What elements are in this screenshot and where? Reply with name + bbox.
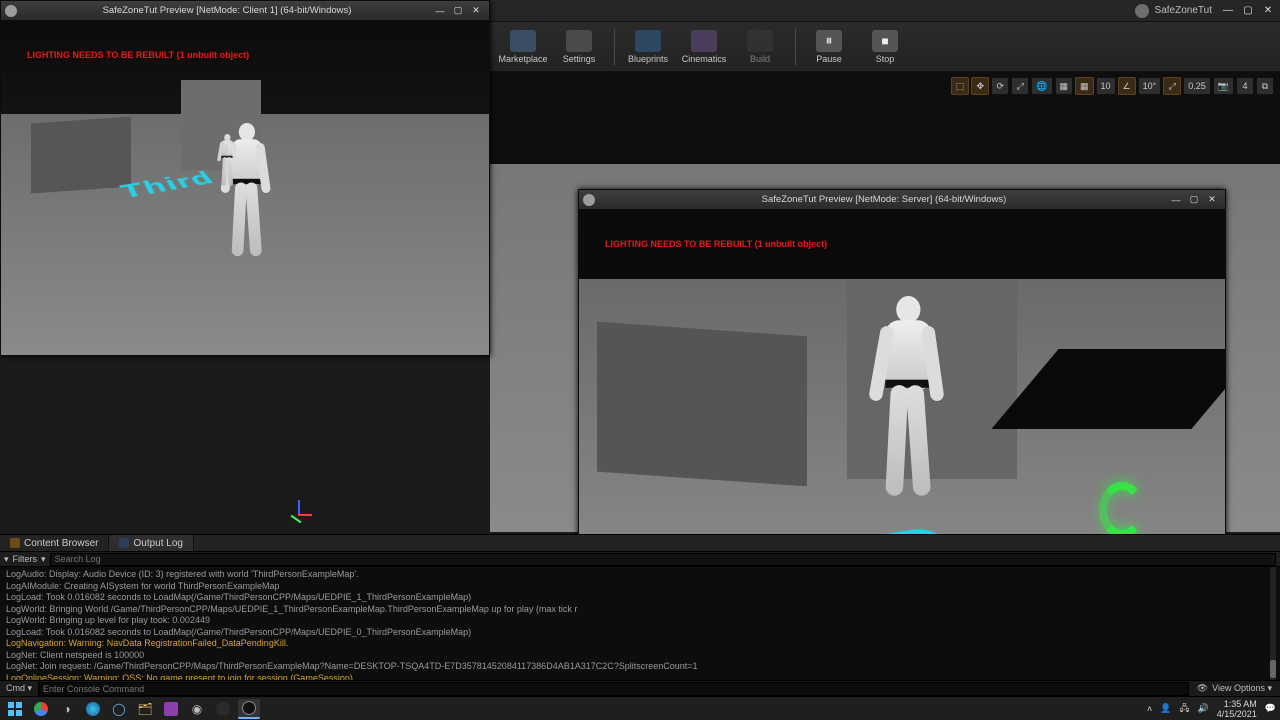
settings-button[interactable]: Settings	[552, 24, 606, 70]
ue-logo-icon	[1135, 4, 1149, 18]
minimize-button[interactable]: —	[431, 4, 449, 18]
output-log-scrollbar[interactable]	[1270, 567, 1276, 680]
filters-label[interactable]: Filters	[13, 554, 38, 564]
maximize-button[interactable]: ▢	[1185, 193, 1203, 207]
preview-client-title: SafeZoneTut Preview [NetMode: Client 1] …	[23, 5, 431, 16]
close-button[interactable]: ✕	[1203, 193, 1221, 207]
taskbar-steam[interactable]: ◑	[56, 699, 78, 719]
ue-logo-icon	[583, 194, 595, 206]
blueprints-label: Blueprints	[628, 54, 668, 64]
preview-client-viewport[interactable]: Third LIGHTING NEEDS TO BE REBUILT (1 un…	[1, 20, 489, 355]
view-options[interactable]: 👁View Options ▾	[1189, 683, 1280, 694]
grid-snap-toggle[interactable]: ▦	[1075, 77, 1094, 95]
minimize-button[interactable]: —	[1167, 193, 1185, 207]
preview-server-title: SafeZoneTut Preview [NetMode: Server] (6…	[601, 194, 1167, 205]
taskbar-obs[interactable]: ◉	[186, 699, 208, 719]
toolbar-separator	[795, 29, 796, 65]
output-filter-row: ▾ Filters ▾	[0, 552, 1280, 567]
maximize-button[interactable]: ▢	[449, 4, 467, 18]
stop-button[interactable]: ■Stop	[858, 24, 912, 70]
console-row: Cmd ▾ 👁View Options ▾	[0, 680, 1280, 696]
ue-logo-icon	[5, 5, 17, 17]
windows-taskbar: ◑ ◯ 🗂 ◉ ˄ 👤 🖧 🔊 1:35 AM 4/15/2021 💬	[0, 696, 1280, 720]
player-start-marker	[1099, 482, 1145, 538]
axis-gizmo	[286, 500, 314, 528]
preview-window-client[interactable]: SafeZoneTut Preview [NetMode: Client 1] …	[0, 0, 490, 356]
scale-snap-value[interactable]: 0.25	[1183, 77, 1211, 95]
bottom-panel-tabs: Content Browser Output Log	[0, 534, 1280, 552]
search-log-input[interactable]	[50, 553, 1276, 566]
pause-label: Pause	[816, 54, 842, 64]
tray-notifications-icon[interactable]: 💬	[1265, 703, 1276, 714]
lighting-warning: LIGHTING NEEDS TO BE REBUILT (1 unbuilt …	[605, 239, 827, 249]
taskbar-chrome[interactable]	[30, 699, 52, 719]
taskbar-unreal[interactable]	[238, 699, 260, 719]
marketplace-button[interactable]: Marketplace	[496, 24, 550, 70]
folder-icon	[10, 538, 20, 548]
preview-server-titlebar[interactable]: SafeZoneTut Preview [NetMode: Server] (6…	[579, 190, 1225, 209]
build-button[interactable]: Build	[733, 24, 787, 70]
taskbar-explorer[interactable]: 🗂	[134, 699, 156, 719]
camera-speed-value[interactable]: 4	[1236, 77, 1254, 95]
taskbar-app-purple[interactable]	[160, 699, 182, 719]
pause-button[interactable]: ⏸Pause	[802, 24, 856, 70]
log-icon	[119, 538, 129, 548]
tab-content-browser[interactable]: Content Browser	[0, 535, 109, 551]
tab-output-log[interactable]: Output Log	[109, 535, 193, 551]
start-button[interactable]	[4, 699, 26, 719]
scale-snap-toggle[interactable]: ⤢	[1163, 77, 1181, 95]
maximize-button[interactable]: ▢	[1238, 3, 1258, 19]
cinematics-button[interactable]: Cinematics	[677, 24, 731, 70]
taskbar-edge[interactable]	[82, 699, 104, 719]
marketplace-label: Marketplace	[498, 54, 547, 64]
minimize-button[interactable]: —	[1218, 3, 1238, 19]
camera-speed-icon[interactable]: 📷	[1213, 77, 1234, 95]
transform-select[interactable]: ⬚	[951, 77, 970, 95]
grid-snap-value[interactable]: 10	[1096, 77, 1116, 95]
stop-label: Stop	[876, 54, 895, 64]
surface-snap[interactable]: ▦	[1055, 77, 1074, 95]
editor-root: SafeZoneTut — ▢ ✕ Marketplace Settings B…	[0, 0, 1280, 720]
console-input[interactable]	[38, 682, 1189, 696]
tray-network-icon[interactable]: 🖧	[1179, 701, 1189, 717]
project-title: SafeZoneTut	[1155, 5, 1212, 16]
transform-move[interactable]: ✥	[971, 77, 989, 95]
blueprints-button[interactable]: Blueprints	[621, 24, 675, 70]
taskbar-app-dark[interactable]	[212, 699, 234, 719]
transform-rotate[interactable]: ⟳	[991, 77, 1009, 95]
transform-scale[interactable]: ⤢	[1011, 77, 1029, 95]
output-log[interactable]: LogAudio: Display: Audio Device (ID: 3) …	[0, 567, 1280, 684]
tray-volume-icon[interactable]: 🔊	[1198, 703, 1209, 714]
taskbar-clock[interactable]: 1:35 AM 4/15/2021	[1217, 699, 1257, 719]
taskbar-cortana[interactable]: ◯	[108, 699, 130, 719]
angle-snap-toggle[interactable]: ∠	[1118, 77, 1136, 95]
viewport-widgets: ⬚ ✥ ⟳ ⤢ 🌐 ▦ ▦ 10 ∠ 10° ⤢ 0.25 📷 4 ⧉	[951, 76, 1274, 96]
tray-chevron-icon[interactable]: ˄	[1147, 704, 1152, 714]
cmd-label[interactable]: Cmd ▾	[0, 683, 38, 694]
settings-label: Settings	[563, 54, 596, 64]
close-button[interactable]: ✕	[467, 4, 485, 18]
build-label: Build	[750, 54, 770, 64]
lighting-warning: LIGHTING NEEDS TO BE REBUILT (1 unbuilt …	[27, 50, 249, 60]
close-button[interactable]: ✕	[1258, 3, 1278, 19]
viewport-maximize[interactable]: ⧉	[1256, 77, 1274, 95]
main-toolbar: Marketplace Settings Blueprints Cinemati…	[490, 22, 1280, 72]
angle-snap-value[interactable]: 10°	[1138, 77, 1162, 95]
cinematics-label: Cinematics	[682, 54, 727, 64]
toolbar-separator	[614, 29, 615, 65]
tray-people-icon[interactable]: 👤	[1160, 703, 1171, 714]
coord-space[interactable]: 🌐	[1031, 77, 1052, 95]
preview-client-titlebar[interactable]: SafeZoneTut Preview [NetMode: Client 1] …	[1, 1, 489, 20]
